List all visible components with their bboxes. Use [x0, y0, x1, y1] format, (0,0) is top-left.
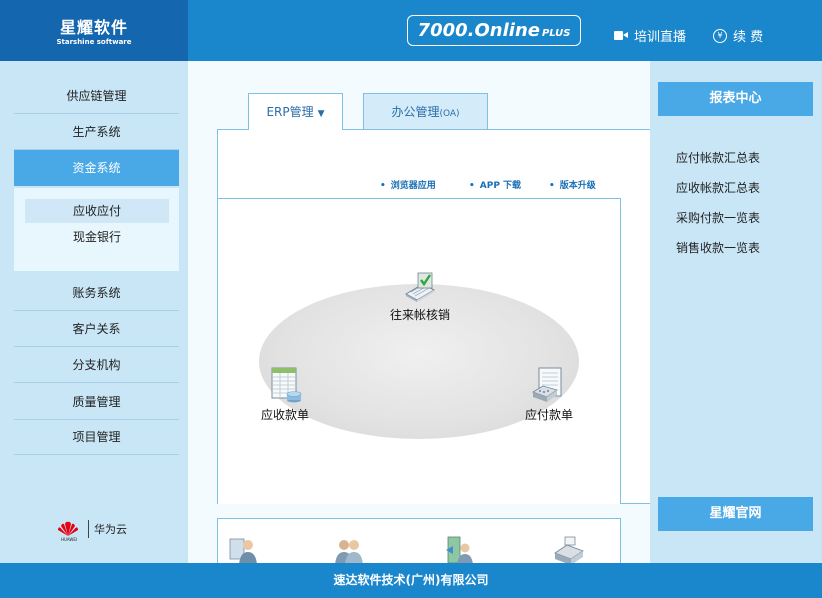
sidebar-item-accounting[interactable]: 账务系统	[14, 275, 179, 311]
renew-label: 续 费	[733, 30, 764, 45]
sidebar-item-crm[interactable]: 客户关系	[14, 311, 179, 347]
product-badge: 7000.Online PLUS	[407, 15, 581, 46]
report-link-receivables-summary[interactable]: 应收帐款汇总表	[676, 179, 760, 196]
people-group-icon[interactable]	[334, 535, 364, 563]
report-link-payables-summary[interactable]: 应付帐款汇总表	[676, 149, 760, 166]
logo-title: 星耀软件	[59, 18, 128, 37]
training-live-label: 培训直播	[634, 30, 687, 45]
tab-oa[interactable]: 办公管理(OA)	[363, 93, 488, 129]
main-content: ERP管理▼ 办公管理(OA) 浏览器应用 APP 下载 版本升级 往来帐核销	[188, 61, 650, 563]
browser-app-link[interactable]: 浏览器应用	[380, 178, 460, 191]
sidebar-item-projects[interactable]: 项目管理	[14, 419, 179, 455]
spreadsheet-coins-icon	[271, 367, 302, 403]
training-live-link[interactable]: 培训直播	[614, 26, 686, 45]
huawei-flower-icon: HUAWEI	[56, 521, 80, 542]
report-center-header[interactable]: 报表中心	[658, 82, 813, 116]
sidebar-item-branches[interactable]: 分支机构	[14, 347, 179, 383]
left-sidebar: 供应链管理 生产系统 资金系统 应收应付 现金银行 账务系统 客户关系 分支机构…	[0, 61, 188, 563]
sidebar-item-finance[interactable]: 资金系统	[14, 150, 179, 186]
huawei-cloud-logo[interactable]: HUAWEI 华为云	[56, 520, 127, 542]
cash-register-icon[interactable]	[553, 535, 585, 563]
sidebar-item-quality[interactable]: 质量管理	[14, 384, 179, 420]
cash-register-document-icon	[532, 367, 562, 402]
footer-company: 速达软件技术(广州)有限公司	[333, 573, 489, 587]
logo-divider	[88, 520, 89, 538]
huawei-cloud-label: 华为云	[94, 523, 127, 536]
report-link-purchase-payments[interactable]: 采购付款一览表	[676, 209, 760, 226]
flow-node-payable-label: 应付款单	[524, 408, 573, 422]
product-edition: PLUS	[541, 28, 571, 39]
tab-oa-suffix: (OA)	[439, 109, 460, 119]
lower-icon-panel	[217, 518, 621, 563]
flow-node-receivable[interactable]: 应收款单	[260, 366, 310, 423]
person-document-icon[interactable]	[228, 535, 258, 563]
tab-oa-label: 办公管理	[391, 105, 440, 119]
report-link-sales-receipts[interactable]: 销售收款一览表	[676, 239, 760, 256]
submenu-item-cash-bank[interactable]: 现金银行	[25, 225, 169, 249]
flow-node-reconciliation[interactable]: 往来帐核销	[384, 270, 456, 323]
submenu-item-receivable-payable[interactable]: 应收应付	[25, 199, 169, 223]
app-download-link[interactable]: APP 下载	[469, 178, 539, 191]
official-site-button[interactable]: 星耀官网	[658, 497, 813, 531]
flow-node-receivable-label: 应收款单	[260, 408, 309, 422]
video-camera-icon	[614, 31, 628, 40]
finance-submenu: 应收应付 现金银行	[14, 188, 179, 271]
tab-erp[interactable]: ERP管理 ▼	[248, 93, 343, 130]
tab-erp-label: ERP管理	[266, 105, 314, 119]
brand-logo[interactable]: 星耀软件 Starshine software	[0, 0, 188, 61]
product-name: 7000.Online	[417, 20, 540, 41]
top-header: 星耀软件 Starshine software 7000.Online PLUS …	[0, 0, 822, 61]
yen-circle-icon: ¥	[713, 28, 727, 43]
ledger-check-icon	[404, 272, 436, 302]
flow-node-payable[interactable]: 应付款单	[524, 366, 574, 423]
footer: 速达软件技术(广州)有限公司	[0, 563, 822, 598]
door-exit-person-icon[interactable]	[444, 535, 474, 563]
version-upgrade-link[interactable]: 版本升级	[549, 178, 619, 191]
flow-node-reconciliation-label: 往来帐核销	[389, 308, 450, 322]
sidebar-item-supply-chain[interactable]: 供应链管理	[14, 78, 179, 114]
sidebar-item-production[interactable]: 生产系统	[14, 114, 179, 150]
renew-link[interactable]: ¥ 续 费	[713, 26, 763, 45]
dropdown-arrow-icon: ▼	[317, 109, 325, 119]
logo-subtitle: Starshine software	[56, 38, 132, 46]
right-sidebar: 报表中心 应付帐款汇总表 应收帐款汇总表 采购付款一览表 销售收款一览表 星耀官…	[650, 61, 822, 563]
huawei-brand-text: HUAWEI	[60, 537, 78, 542]
